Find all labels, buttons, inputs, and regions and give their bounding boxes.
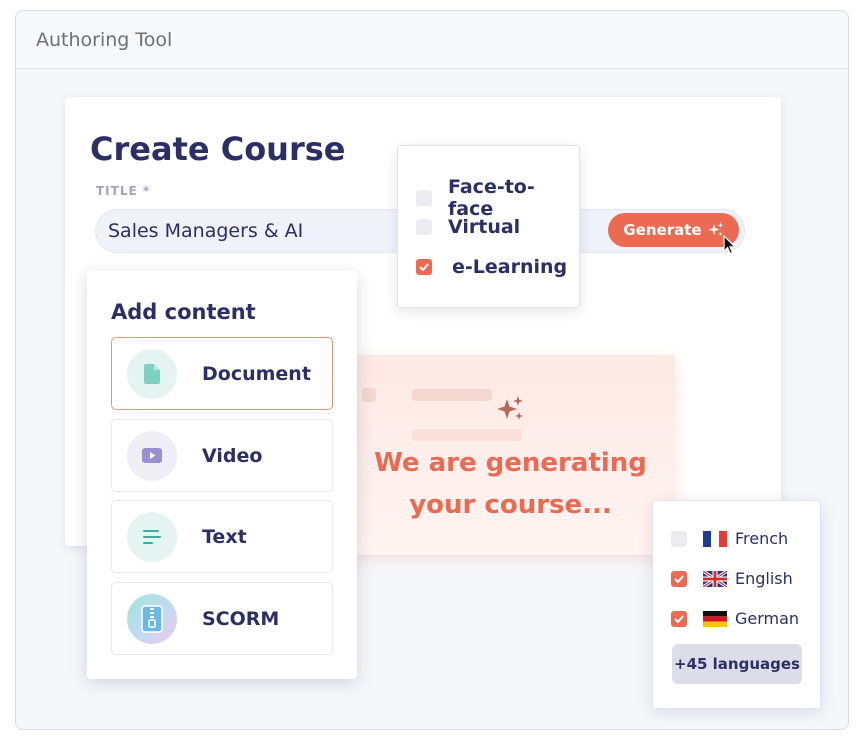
delivery-option-label: Virtual (448, 216, 521, 238)
delivery-option-virtual[interactable]: Virtual (416, 216, 520, 238)
add-content-panel: Add content Document Video Text SCORM (87, 271, 357, 679)
delivery-option-face-to-face[interactable]: Face-to-face (416, 176, 579, 220)
generate-button-label: Generate (623, 221, 702, 239)
content-item-label: Video (202, 444, 263, 467)
mouse-cursor-icon (723, 235, 737, 255)
language-label: French (735, 529, 789, 548)
language-option-english[interactable]: English (671, 569, 793, 588)
zip-file-icon (127, 593, 177, 644)
sparkle-icon (497, 396, 523, 420)
content-item-label: Text (202, 525, 247, 548)
language-option-french[interactable]: French (671, 529, 788, 548)
delivery-option-label: Face-to-face (448, 176, 535, 220)
course-title-value: Sales Managers & AI (108, 220, 304, 242)
languages-panel: French English German +45 languages (652, 500, 821, 709)
generating-message: We are generating your course... (374, 448, 647, 520)
window-title: Authoring Tool (36, 28, 173, 51)
sparkle-icon (708, 222, 723, 236)
language-label: English (735, 569, 793, 588)
content-item-scorm[interactable]: SCORM (111, 582, 333, 655)
content-item-video[interactable]: Video (111, 419, 333, 492)
checkbox-checked[interactable] (416, 259, 432, 275)
content-item-label: SCORM (202, 607, 280, 630)
title-field-label: TITLE * (96, 184, 151, 198)
ghost-checkbox (362, 388, 376, 402)
checkmark-icon (674, 574, 684, 583)
uk-flag-icon (703, 570, 727, 587)
more-languages-button[interactable]: +45 languages (672, 644, 802, 684)
germany-flag-icon (703, 610, 727, 627)
text-lines-icon (127, 511, 177, 562)
checkbox-checked[interactable] (671, 570, 687, 587)
language-option-german[interactable]: German (671, 609, 799, 628)
checkbox-checked[interactable] (671, 610, 687, 627)
delivery-option-label: e-Learning (452, 256, 568, 278)
generating-overlay: We are generating your course... (346, 355, 675, 555)
content-item-text[interactable]: Text (111, 500, 333, 573)
add-content-title: Add content (111, 300, 256, 324)
checkmark-icon (674, 614, 684, 623)
checkbox[interactable] (671, 530, 687, 547)
checkbox[interactable] (416, 219, 432, 235)
generate-button[interactable]: Generate (608, 213, 739, 247)
video-icon (127, 430, 177, 481)
content-item-label: Document (202, 362, 311, 385)
ghost-text-line (412, 389, 492, 401)
window-titlebar: Authoring Tool (16, 11, 848, 69)
document-icon (127, 348, 177, 399)
france-flag-icon (703, 530, 727, 547)
page-title: Create Course (90, 130, 346, 168)
ghost-text-line (412, 429, 522, 441)
delivery-option-e-learning[interactable]: e-Learning (416, 256, 567, 278)
content-item-document[interactable]: Document (111, 337, 333, 410)
checkmark-icon (419, 263, 429, 271)
checkbox[interactable] (416, 190, 432, 206)
language-label: German (735, 609, 800, 628)
delivery-mode-dropdown: Face-to-face Virtual e-Learning (397, 145, 580, 308)
